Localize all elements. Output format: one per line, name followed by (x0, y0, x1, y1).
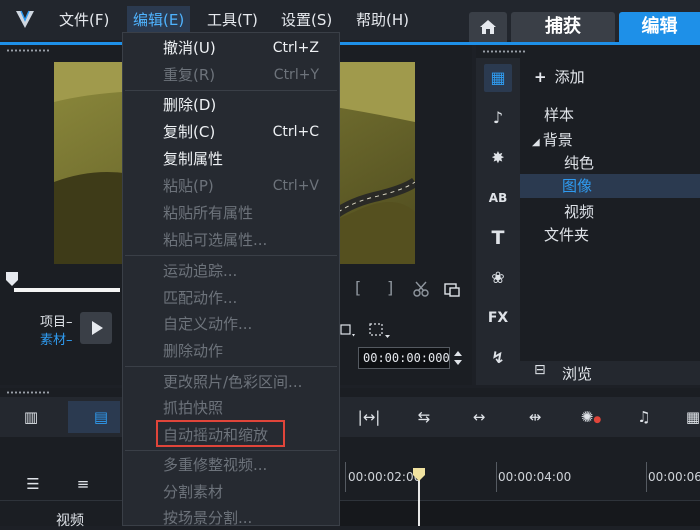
menu-item-copy[interactable]: 复制(C) (163, 121, 215, 143)
menu-item-change-duration[interactable]: 更改照片/色彩区间... (163, 371, 302, 393)
browse-button[interactable]: ⊟ 浏览 (520, 361, 700, 385)
split-icon[interactable]: ↔ (466, 405, 492, 429)
menu-separator (125, 90, 337, 91)
menu-tools[interactable]: 工具(T) (207, 9, 258, 31)
menu-item-copy-attributes[interactable]: 复制属性 (163, 148, 223, 170)
shortcut-redo: Ctrl+Y (273, 67, 319, 83)
panel-grip[interactable] (6, 49, 50, 52)
shortcut-paste: Ctrl+V (272, 178, 319, 194)
home-icon (480, 20, 496, 34)
playhead-handle-icon[interactable] (412, 468, 426, 482)
timecode-field[interactable]: 00:00:00:000 (358, 347, 450, 369)
ruler-tick (646, 462, 647, 492)
path-icon[interactable]: ↯ (484, 344, 512, 372)
mark-out-button[interactable]: ] (387, 278, 393, 297)
tree-item-folder[interactable]: 文件夹 (544, 224, 589, 245)
enlarge-preview-icon[interactable] (443, 280, 461, 298)
tab-edit[interactable]: 编辑 (619, 12, 700, 42)
add-track-icon[interactable]: ≡ (70, 472, 96, 496)
ruler-label: 00:00:04:00 (498, 470, 572, 484)
menu-edit[interactable]: 编辑(E) (127, 6, 191, 34)
fx-icon[interactable]: FX (484, 304, 512, 332)
tree-item-background[interactable]: ◢ 背景 (532, 129, 573, 150)
home-button[interactable] (469, 12, 507, 42)
ripple-icon[interactable]: ⇹ (522, 405, 548, 429)
record-capture-icon[interactable]: ✺● (578, 405, 604, 429)
mark-in-button[interactable]: [ (355, 278, 361, 297)
menu-item-motion-tracking[interactable]: 运动追踪... (163, 260, 237, 282)
menu-item-delete[interactable]: 删除(D) (163, 94, 216, 116)
add-label: 添加 (554, 68, 585, 86)
project-mode-label[interactable]: 项目– (40, 311, 73, 330)
media-icon[interactable]: ▦ (484, 64, 512, 92)
audio-icon[interactable]: ♪ (484, 104, 512, 132)
tree-item-solid-color[interactable]: 纯色 (564, 152, 594, 173)
aspect-icon[interactable] (340, 322, 356, 338)
library-grip[interactable] (482, 50, 526, 53)
menu-separator (125, 450, 337, 451)
collapse-triangle-icon: ◢ (532, 137, 540, 148)
menu-help[interactable]: 帮助(H) (356, 9, 409, 31)
scissors-icon[interactable] (412, 280, 430, 298)
ruler-label: 00:00:02:00 (348, 470, 422, 484)
trim-icon[interactable]: ⇆ (411, 405, 437, 429)
menu-item-redo[interactable]: 重复(R) (163, 64, 215, 86)
menu-item-split-clip[interactable]: 分割素材 (163, 481, 223, 503)
timecode-stepper-icon[interactable] (452, 348, 464, 368)
menu-item-undo[interactable]: 撤消(U) (163, 37, 216, 59)
scrub-handle-icon[interactable] (6, 272, 18, 286)
add-folder-button[interactable]: + 添加 (534, 66, 585, 87)
video-track-label: 视频 (56, 513, 84, 529)
play-button[interactable] (80, 312, 112, 344)
menu-item-match-motion[interactable]: 匹配动作... (163, 287, 237, 309)
plus-icon: + (534, 68, 547, 86)
tree-item-samples[interactable]: 样本 (544, 104, 574, 125)
timeline-grip[interactable] (6, 391, 50, 394)
menu-item-paste[interactable]: 粘贴(P) (163, 175, 214, 197)
menu-item-paste-selectable-attributes[interactable]: 粘贴可选属性... (163, 229, 267, 251)
ruler-tick (345, 462, 346, 492)
play-icon (92, 321, 103, 335)
library-category-bar: ▦ ♪ ✸ AB T ❀ FX ↯ (476, 58, 520, 385)
ruler-tick (496, 462, 497, 492)
scrub-bar[interactable] (14, 288, 120, 292)
clip-mode-label[interactable]: 素材– (40, 329, 73, 348)
menu-item-multi-trim-video[interactable]: 多重修整视频... (163, 454, 267, 476)
storyboard-view-icon[interactable]: ▥ (18, 405, 44, 429)
graphics-icon[interactable]: ❀ (484, 264, 512, 292)
audio-mixer-icon[interactable]: ♫ (631, 405, 657, 429)
crop-dropdown-icon[interactable] (368, 322, 392, 340)
app-logo-icon (16, 10, 34, 28)
tree-item-video[interactable]: 视频 (564, 201, 594, 222)
menu-file[interactable]: 文件(F) (59, 9, 109, 31)
browse-label: 浏览 (562, 365, 593, 383)
fit-project-icon[interactable]: |↔| (356, 405, 382, 429)
tree-item-background-label: 背景 (542, 131, 573, 149)
multicam-icon[interactable]: ▦ (680, 405, 700, 429)
shortcut-undo: Ctrl+Z (272, 40, 319, 56)
track-manager-icon[interactable]: ☰ (20, 472, 46, 496)
tab-capture[interactable]: 捕获 (511, 12, 615, 42)
menu-settings[interactable]: 设置(S) (281, 9, 332, 31)
text-icon[interactable]: T (484, 224, 512, 252)
video-track-area[interactable] (340, 500, 700, 526)
shortcut-copy: Ctrl+C (272, 124, 319, 140)
menu-item-paste-all-attributes[interactable]: 粘贴所有属性 (163, 202, 253, 224)
menu-item-remove-motion[interactable]: 删除动作 (163, 340, 223, 362)
ruler-label: 00:00:06 (648, 470, 700, 484)
tree-item-image[interactable]: 图像 (520, 174, 700, 198)
highlight-annotation-box (156, 420, 285, 447)
menu-item-snapshot[interactable]: 抓拍快照 (163, 397, 223, 419)
edit-dropdown-menu: 撤消(U) Ctrl+Z 重复(R) Ctrl+Y 删除(D) 复制(C) Ct… (122, 32, 340, 527)
menu-separator (125, 366, 337, 367)
timeline-view-icon[interactable]: ▤ (88, 405, 114, 429)
menu-item-custom-motion[interactable]: 自定义动作... (163, 313, 252, 335)
transition-icon[interactable]: ✸ (484, 144, 512, 172)
title-ab-icon[interactable]: AB (484, 184, 512, 212)
menu-separator (125, 255, 337, 256)
browse-folder-icon: ⊟ (534, 362, 546, 378)
